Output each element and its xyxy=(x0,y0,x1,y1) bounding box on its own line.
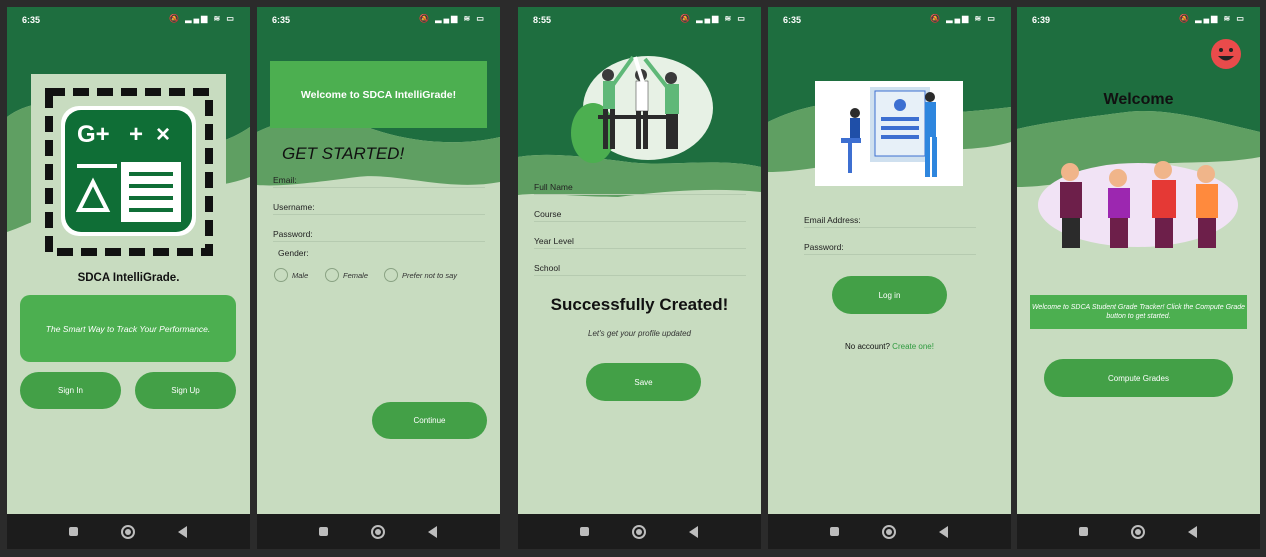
nav-bar xyxy=(1017,514,1260,549)
welcome-screen: 6:39 🔕 ▂▄▆ ≋ ▭ Welcome Welcome to SDCA S… xyxy=(1017,7,1260,549)
status-bar: 6:35 🔕 ▂▄▆ ≋ ▭ xyxy=(257,7,500,31)
create-account-link[interactable]: Create one! xyxy=(892,342,934,351)
gender-female-label: Female xyxy=(343,271,369,280)
nav-bar xyxy=(518,514,761,549)
profile-screen: 8:55 🔕 ▂▄▆ ≋ ▭ Full Name Course Year Lev… xyxy=(518,7,761,549)
home-icon[interactable] xyxy=(1131,525,1145,539)
status-bar: 6:39 🔕 ▂▄▆ ≋ ▭ xyxy=(1017,7,1260,31)
year-level-label: Year Level xyxy=(534,236,574,246)
logo-frame: G+ + × xyxy=(31,74,226,269)
status-time: 6:35 xyxy=(272,15,291,25)
register-screen: 6:35 🔕 ▂▄▆ ≋ ▭ Welcome to SDCA IntelliGr… xyxy=(257,7,500,549)
group-people-illustration xyxy=(1038,161,1238,248)
splash-screen: 6:35 🔕 ▂▄▆ ≋ ▭ G+ + × SDCA IntelliGrade.… xyxy=(7,7,250,549)
status-time: 6:35 xyxy=(22,15,41,25)
welcome-title: Welcome xyxy=(1103,91,1174,108)
email-field[interactable]: Email: xyxy=(273,171,485,188)
banner-title: Welcome to SDCA IntelliGrade! xyxy=(300,88,457,101)
tagline-card: The Smart Way to Track Your Performance. xyxy=(20,295,236,362)
success-title: Successfully Created! xyxy=(550,295,729,314)
nav-bar xyxy=(257,514,500,549)
home-icon[interactable] xyxy=(632,525,646,539)
back-icon[interactable] xyxy=(939,526,948,538)
continue-button[interactable]: Continue xyxy=(372,402,487,439)
signin-button[interactable]: Sign In xyxy=(20,372,121,409)
high-five-illustration xyxy=(571,55,713,163)
fullname-label: Full Name xyxy=(534,182,573,192)
save-button[interactable]: Save xyxy=(586,363,701,401)
email-address-label: Email Address: xyxy=(804,215,861,225)
login-screen: 6:35 🔕 ▂▄▆ ≋ ▭ Email Address: Password: … xyxy=(768,7,1011,549)
gender-prefer-not-radio[interactable] xyxy=(384,268,398,282)
username-label: Username: xyxy=(273,202,315,212)
tagline-text: The Smart Way to Track Your Performance. xyxy=(45,323,211,334)
school-label: School xyxy=(534,263,560,273)
home-icon[interactable] xyxy=(371,525,385,539)
status-bar: 8:55 🔕 ▂▄▆ ≋ ▭ xyxy=(518,7,761,31)
recents-icon[interactable] xyxy=(69,527,78,536)
status-icons: 🔕 ▂▄▆ ≋ ▭ xyxy=(930,14,997,23)
home-icon[interactable] xyxy=(882,525,896,539)
email-address-field[interactable]: Email Address: xyxy=(804,211,976,228)
back-icon[interactable] xyxy=(178,526,187,538)
svg-text:×: × xyxy=(156,121,170,148)
email-label: Email: xyxy=(273,175,297,185)
recents-icon[interactable] xyxy=(1079,527,1088,536)
status-bar: 6:35 🔕 ▂▄▆ ≋ ▭ xyxy=(7,7,250,31)
fullname-field[interactable]: Full Name xyxy=(534,178,746,195)
nav-bar xyxy=(768,514,1011,549)
back-icon[interactable] xyxy=(1188,526,1197,538)
welcome-message: Welcome to SDCA Student Grade Tracker! C… xyxy=(1031,304,1246,320)
gender-male-radio[interactable] xyxy=(274,268,288,282)
login-password-label: Password: xyxy=(804,242,844,252)
profile-subtitle: Let's get your profile updated xyxy=(588,329,691,338)
year-level-field[interactable]: Year Level xyxy=(534,232,746,249)
course-label: Course xyxy=(534,209,562,219)
app-logo-icon: G+ + × xyxy=(45,88,213,256)
compute-grades-button[interactable]: Compute Grades xyxy=(1044,359,1233,397)
background-waves xyxy=(1017,7,1260,517)
login-button[interactable]: Log in xyxy=(832,276,947,314)
signup-button[interactable]: Sign Up xyxy=(135,372,236,409)
username-field[interactable]: Username: xyxy=(273,198,485,215)
status-icons: 🔕 ▂▄▆ ≋ ▭ xyxy=(419,14,486,23)
welcome-message-banner: Welcome to SDCA Student Grade Tracker! C… xyxy=(1030,295,1247,329)
recents-icon[interactable] xyxy=(319,527,328,536)
school-field[interactable]: School xyxy=(534,259,746,276)
password-label: Password: xyxy=(273,229,313,239)
status-icons: 🔕 ▂▄▆ ≋ ▭ xyxy=(1179,14,1246,23)
back-icon[interactable] xyxy=(428,526,437,538)
signup-prompt: No account? Create one! xyxy=(768,342,1011,351)
smiley-face-icon[interactable] xyxy=(1210,38,1242,70)
back-icon[interactable] xyxy=(689,526,698,538)
svg-text:G+: G+ xyxy=(77,121,110,148)
password-field[interactable]: Password: xyxy=(273,225,485,242)
login-password-field[interactable]: Password: xyxy=(804,238,976,255)
welcome-banner: Welcome to SDCA IntelliGrade! xyxy=(270,61,487,128)
svg-text:+: + xyxy=(129,121,143,148)
recents-icon[interactable] xyxy=(830,527,839,536)
status-icons: 🔕 ▂▄▆ ≋ ▭ xyxy=(169,14,236,23)
status-icons: 🔕 ▂▄▆ ≋ ▭ xyxy=(680,14,747,23)
app-name: SDCA IntelliGrade. xyxy=(77,272,180,284)
no-account-text: No account? xyxy=(845,342,890,351)
status-time: 6:39 xyxy=(1032,15,1051,25)
gender-prefer-not-label: Prefer not to say xyxy=(402,271,458,280)
nav-bar xyxy=(7,514,250,549)
gender-label: Gender: xyxy=(278,248,309,258)
login-illustration xyxy=(815,81,963,186)
status-time: 8:55 xyxy=(533,15,552,25)
course-field[interactable]: Course xyxy=(534,205,746,222)
home-icon[interactable] xyxy=(121,525,135,539)
gender-female-radio[interactable] xyxy=(325,268,339,282)
get-started-heading: GET STARTED! xyxy=(282,144,405,163)
recents-icon[interactable] xyxy=(580,527,589,536)
status-bar: 6:35 🔕 ▂▄▆ ≋ ▭ xyxy=(768,7,1011,31)
status-time: 6:35 xyxy=(783,15,802,25)
gender-male-label: Male xyxy=(292,271,309,280)
